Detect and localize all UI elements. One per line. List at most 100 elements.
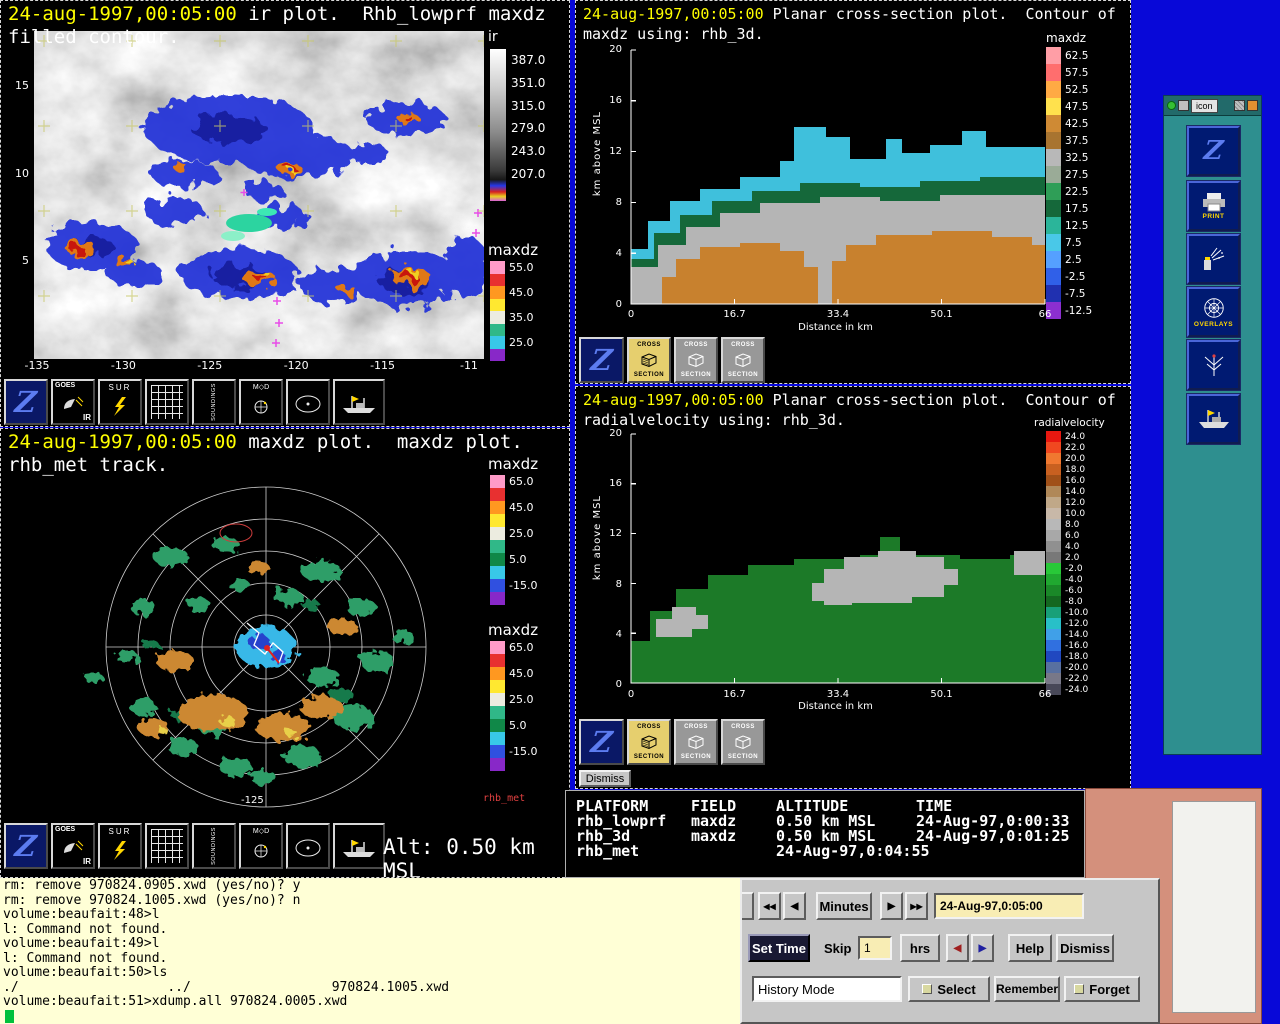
window-menu-icon[interactable] bbox=[1167, 101, 1176, 110]
clipped-widget[interactable] bbox=[742, 892, 754, 920]
colorbar-row: 4.0 bbox=[1046, 541, 1088, 552]
cross-section-button-1[interactable]: CROSS SECTION bbox=[627, 337, 671, 383]
overlays-button[interactable]: OVERLAYS bbox=[1186, 286, 1241, 338]
title-timestamp: 24-aug-1997,00:05:00 bbox=[583, 5, 764, 23]
colorbar-tick: 52.5 bbox=[1065, 83, 1089, 96]
spray-icon bbox=[1203, 247, 1224, 270]
colorbar-row: 14.0 bbox=[1046, 486, 1088, 497]
skip-input[interactable]: 1 bbox=[858, 936, 892, 960]
colorbar-row bbox=[490, 592, 537, 605]
time-input[interactable]: 24-Aug-97,0:05:00 bbox=[934, 893, 1084, 919]
table-row: rhb_met 24-Aug-97,0:04:55 bbox=[576, 844, 1084, 859]
time-cell: 24-Aug-97,0:01:25 bbox=[916, 827, 1070, 845]
colorbar-swatch bbox=[1046, 64, 1061, 81]
window-title-line2: rhb_met track. bbox=[8, 454, 169, 476]
cross-section-button-1[interactable]: CROSS SECTION bbox=[627, 719, 671, 765]
spin-down-button[interactable]: ◀ bbox=[946, 934, 969, 962]
ship-button[interactable] bbox=[333, 823, 385, 869]
antenna-button[interactable] bbox=[1186, 339, 1241, 391]
hrs-button[interactable]: hrs bbox=[900, 934, 940, 962]
zebra-desktop: { "ir_panel": { "timestamp": "24-aug-199… bbox=[0, 0, 1280, 1024]
colorbar-tick: 8.0 bbox=[1065, 519, 1080, 530]
ship-icon bbox=[1198, 410, 1229, 428]
cross-section-button-3[interactable]: CROSS SECTION bbox=[721, 719, 765, 765]
colorbar-row: -15.0 bbox=[490, 579, 537, 592]
colorbar-row: -16.0 bbox=[1046, 640, 1088, 651]
cross-section-button-2[interactable]: CROSS SECTION bbox=[674, 337, 718, 383]
step-back-fast-button[interactable]: ◀◀ bbox=[758, 892, 781, 920]
colorbar-label: maxdz bbox=[1046, 31, 1087, 45]
annotate-button[interactable] bbox=[1186, 233, 1241, 285]
zebra-menu-button[interactable]: Z bbox=[4, 823, 48, 869]
zebra-menu-button[interactable]: Z bbox=[579, 337, 624, 383]
history-mode-field[interactable]: History Mode bbox=[752, 976, 902, 1002]
radar-plot-window: 24-aug-1997,00:05:00 maxdz plot. maxdz p… bbox=[0, 428, 570, 878]
colorbar-row: 45.0 bbox=[490, 667, 537, 680]
spin-up-button[interactable]: ▶ bbox=[971, 934, 994, 962]
sur-label: SUR bbox=[108, 827, 132, 836]
print-button[interactable]: PRINT bbox=[1186, 180, 1241, 232]
minutes-button[interactable]: Minutes bbox=[816, 892, 872, 920]
section-label: SECTION bbox=[633, 754, 665, 760]
dismiss-button[interactable]: Dismiss bbox=[579, 770, 631, 787]
surface-obs-button[interactable]: SUR bbox=[98, 823, 142, 869]
ship-button[interactable] bbox=[333, 379, 385, 425]
colorbar-swatch bbox=[1046, 673, 1061, 684]
cross-section-button-2[interactable]: CROSS SECTION bbox=[674, 719, 718, 765]
colorbar-swatch bbox=[490, 261, 505, 274]
forget-label: Forget bbox=[1089, 981, 1130, 997]
ship-icon bbox=[343, 840, 375, 858]
step-forward-fast-button[interactable]: ▶▶ bbox=[905, 892, 928, 920]
window-close-button[interactable] bbox=[1247, 100, 1258, 111]
soundings-button[interactable]: SOUNDINGS bbox=[192, 823, 236, 869]
step-back-button[interactable]: ◀ bbox=[783, 892, 806, 920]
cross-section-window-maxdz: 24-aug-1997,00:05:00 Planar cross-sectio… bbox=[575, 0, 1131, 384]
soundings-button[interactable]: SOUNDINGS bbox=[192, 379, 236, 425]
colorbar-tick: -16.0 bbox=[1065, 640, 1089, 651]
polar-scan-button[interactable] bbox=[286, 823, 330, 869]
step-forward-button[interactable]: ▶ bbox=[880, 892, 903, 920]
colorbar-row bbox=[490, 680, 537, 693]
colorbar-tick: 65.0 bbox=[509, 475, 534, 488]
forget-button[interactable]: Forget bbox=[1064, 976, 1140, 1002]
ship-icon-button[interactable] bbox=[1186, 393, 1241, 445]
goes-ir-button[interactable]: GOES IR bbox=[51, 379, 95, 425]
terminal-window[interactable]: rm: remove 970824.0905.xwd (yes/no)? y rm… bbox=[0, 878, 740, 1024]
colorbar-row bbox=[490, 654, 537, 667]
ir-label: IR bbox=[83, 857, 91, 866]
terminal-line: rm: remove 970824.0905.xwd (yes/no)? y bbox=[3, 878, 301, 893]
time-control-window: ◀◀ ◀ Minutes ▶ ▶▶ 24-Aug-97,0:05:00 Set … bbox=[740, 878, 1160, 1024]
surface-obs-button[interactable]: SUR bbox=[98, 379, 142, 425]
cube-icon bbox=[688, 735, 704, 750]
sur-label: SUR bbox=[108, 383, 132, 392]
map-button[interactable]: M◇D bbox=[239, 823, 283, 869]
background-window-content bbox=[1172, 801, 1256, 1013]
colorbar-tick: -2.0 bbox=[1065, 563, 1083, 574]
colorbar-row: 2.5 bbox=[1046, 251, 1092, 268]
colorbar-tick: 32.5 bbox=[1065, 151, 1089, 164]
x-tick: 0 bbox=[627, 689, 635, 700]
set-time-button[interactable]: Set Time bbox=[748, 934, 810, 962]
select-label: Select bbox=[937, 981, 976, 997]
polar-scan-button[interactable] bbox=[286, 379, 330, 425]
select-button[interactable]: Select bbox=[908, 976, 990, 1002]
zebra-menu-button[interactable]: Z bbox=[4, 379, 48, 425]
zebra-menu-button[interactable]: Z bbox=[579, 719, 624, 765]
cross-section-button-3[interactable]: CROSS SECTION bbox=[721, 337, 765, 383]
zebra-icon-button[interactable]: Z bbox=[1186, 125, 1241, 177]
window-widget-icon[interactable] bbox=[1178, 100, 1189, 111]
colorbar-row: 22.5 bbox=[1046, 183, 1092, 200]
maxdz-colorbar-label: maxdz bbox=[488, 621, 539, 639]
help-button[interactable]: Help bbox=[1008, 934, 1052, 962]
map-button[interactable]: M◇D bbox=[239, 379, 283, 425]
grid-button[interactable] bbox=[145, 379, 189, 425]
window-iconify-button[interactable] bbox=[1234, 100, 1245, 111]
remember-button[interactable]: Remember bbox=[994, 976, 1060, 1002]
y-tick: 4 bbox=[615, 628, 622, 640]
dismiss-button[interactable]: Dismiss bbox=[1056, 934, 1114, 962]
goes-ir-button[interactable]: GOES IR bbox=[51, 823, 95, 869]
grid-button[interactable] bbox=[145, 823, 189, 869]
colorbar-row: -20.0 bbox=[1046, 662, 1088, 673]
section-label: SECTION bbox=[727, 372, 759, 378]
window-title-line2: filled contour. bbox=[8, 26, 180, 48]
